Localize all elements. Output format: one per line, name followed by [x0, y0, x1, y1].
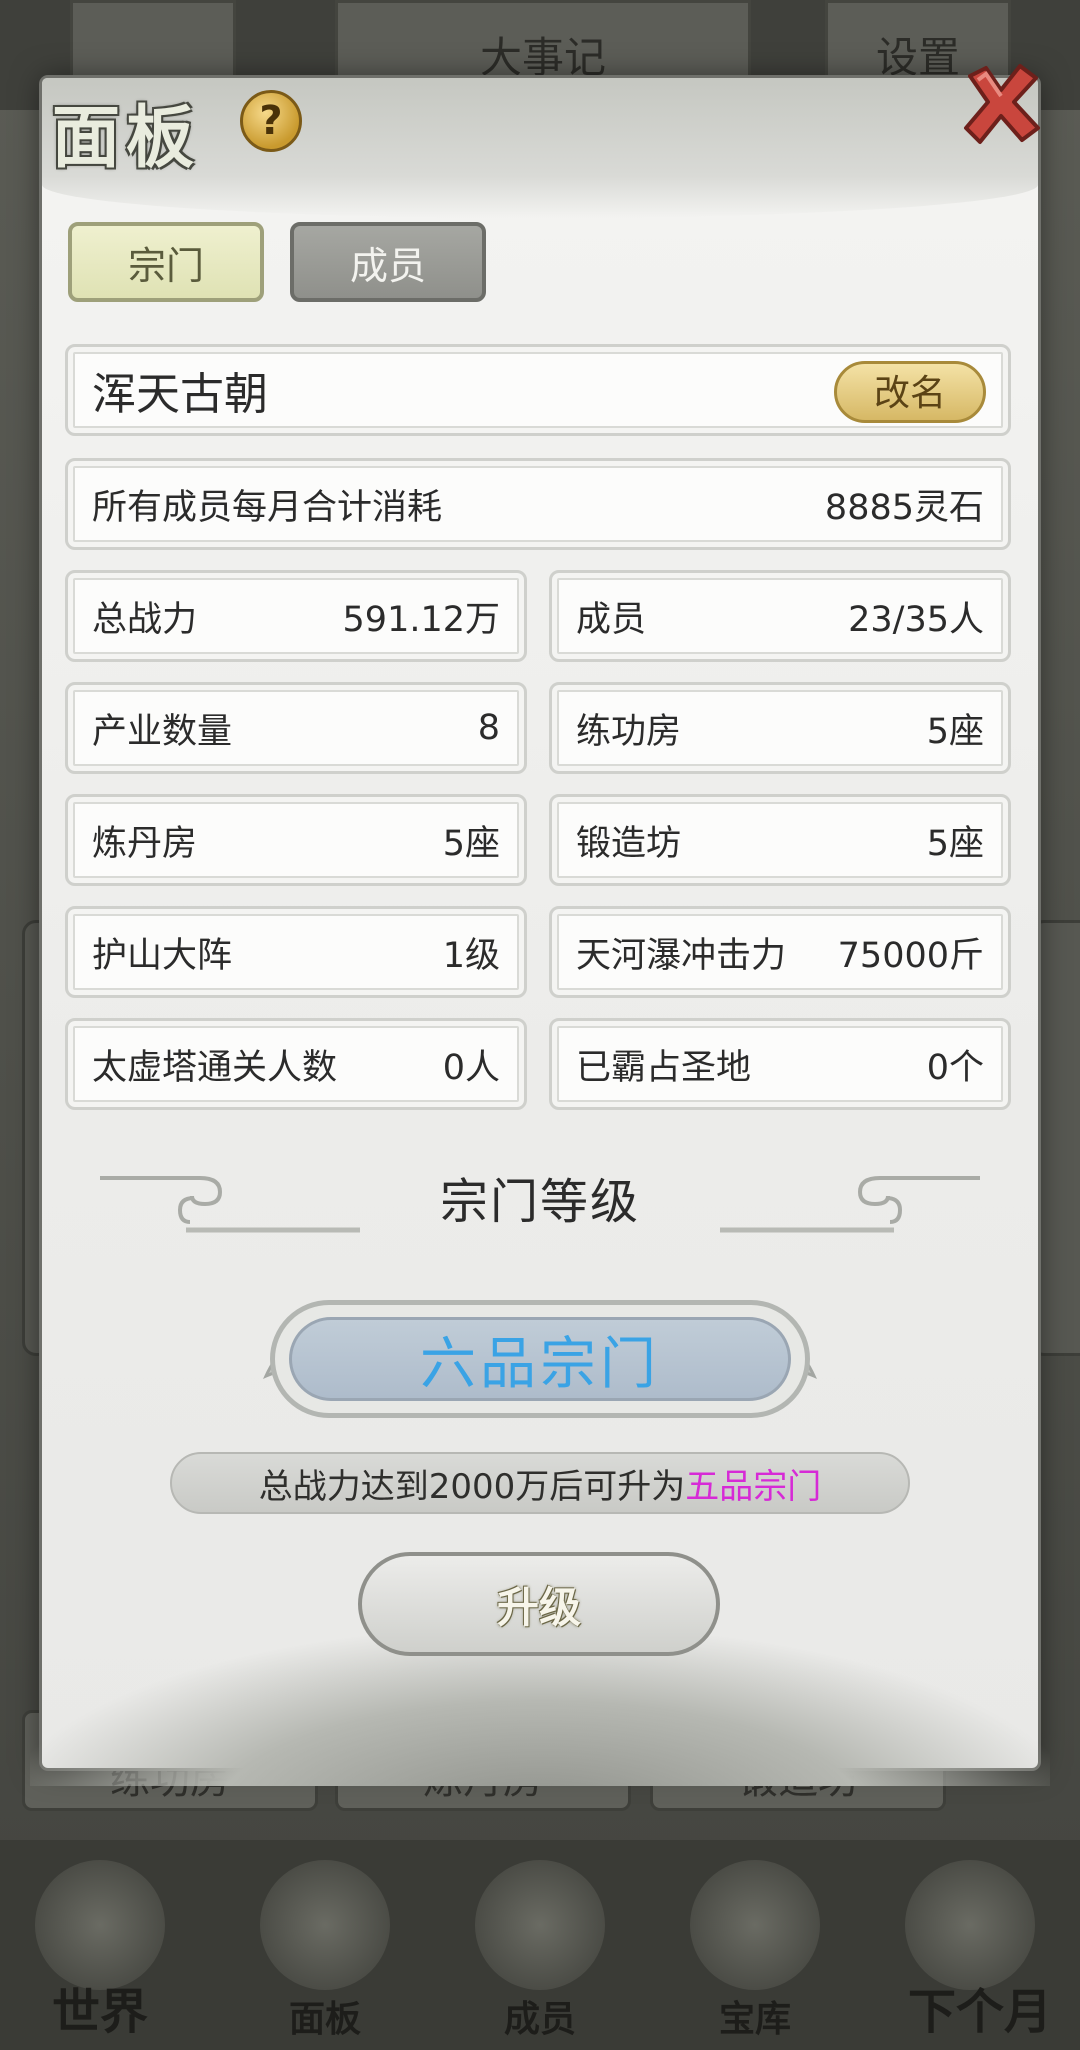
stat-value: 5座 [442, 823, 500, 864]
bottom-nav: 世界 面板 成员 宝库 下个月 [0, 1840, 1080, 2050]
stat-total-power: 总战力 591.12万 [65, 570, 527, 662]
stat-value: 5座 [926, 823, 984, 864]
nav-panel-label: 面板 [288, 1998, 361, 2040]
stat-industry-count: 产业数量 8 [65, 682, 527, 774]
sect-rank-text: 六品宗门 [289, 1317, 791, 1401]
sect-level-heading: 宗门等级 [439, 1174, 640, 1230]
stat-label: 产业数量 [92, 711, 233, 752]
nav-next-month: 下个月 [880, 1850, 1080, 2050]
stat-mountain-array: 护山大阵 1级 [65, 906, 527, 998]
stat-label: 太虚塔通关人数 [92, 1047, 338, 1088]
stat-alchemy-room: 炼丹房 5座 [65, 794, 527, 886]
sect-rank-badge: 六品宗门 [270, 1300, 810, 1418]
panel-icon [260, 1860, 390, 1990]
stat-waterfall-force: 天河瀑冲击力 75000斤 [549, 906, 1011, 998]
nav-panel: 面板 [235, 1850, 415, 2050]
stat-value: 0人 [442, 1047, 500, 1088]
tab-sect[interactable]: 宗门 [68, 222, 264, 302]
stat-value: 0个 [926, 1047, 984, 1088]
panel-title: 面板 [52, 98, 201, 178]
stat-members: 成员 23/35人 [549, 570, 1011, 662]
nav-members: 成员 [450, 1850, 630, 2050]
nav-world: 世界 [10, 1850, 190, 2050]
stat-label: 炼丹房 [92, 823, 198, 864]
stat-label: 护山大阵 [92, 935, 233, 976]
nav-members-label: 成员 [503, 1998, 576, 2040]
nav-treasury: 宝库 [665, 1850, 845, 2050]
cloud-footer-decoration [30, 1636, 1050, 1786]
upgrade-requirement-hint: 总战力达到2000万后可升为 五品宗门 [170, 1452, 910, 1514]
stat-label: 成员 [576, 599, 647, 640]
stat-label: 已霸占圣地 [576, 1047, 752, 1088]
nav-treasury-label: 宝库 [718, 1998, 791, 2040]
stat-value: 8 [477, 708, 500, 748]
monthly-cost-value: 8885灵石 [824, 487, 984, 528]
hint-prefix: 总战力达到2000万后可升为 [258, 1466, 686, 1507]
nav-world-label: 世界 [51, 1984, 148, 2040]
stat-forge: 锻造坊 5座 [549, 794, 1011, 886]
world-icon [35, 1860, 165, 1990]
rename-button[interactable]: 改名 [834, 361, 986, 423]
stat-label: 练功房 [576, 711, 682, 752]
sect-name: 浑天古朝 [92, 369, 268, 420]
monthly-cost-label: 所有成员每月合计消耗 [92, 487, 443, 528]
stat-value: 75000斤 [837, 935, 984, 976]
yin-yang-icon [690, 1860, 820, 1990]
stat-label: 天河瀑冲击力 [576, 935, 787, 976]
stat-label: 总战力 [92, 599, 198, 640]
close-icon[interactable] [956, 58, 1046, 148]
stat-value: 1级 [442, 935, 500, 976]
monthly-cost-row: 所有成员每月合计消耗 8885灵石 [65, 458, 1011, 550]
stat-training-room: 练功房 5座 [549, 682, 1011, 774]
members-icon [475, 1860, 605, 1990]
sect-name-row: 浑天古朝 改名 [65, 344, 1011, 436]
next-month-icon [905, 1860, 1035, 1990]
tab-members[interactable]: 成员 [290, 222, 486, 302]
help-icon[interactable]: ? [240, 90, 302, 152]
stat-holy-lands: 已霸占圣地 0个 [549, 1018, 1011, 1110]
nav-next-month-label: 下个月 [907, 1984, 1052, 2040]
stat-value: 5座 [926, 711, 984, 752]
stat-value: 591.12万 [342, 599, 500, 640]
upgrade-button[interactable]: 升级 [358, 1552, 720, 1656]
stat-tower-clears: 太虚塔通关人数 0人 [65, 1018, 527, 1110]
stat-value: 23/35人 [848, 599, 984, 640]
hint-target-rank: 五品宗门 [685, 1466, 822, 1507]
stat-label: 锻造坊 [576, 823, 682, 864]
